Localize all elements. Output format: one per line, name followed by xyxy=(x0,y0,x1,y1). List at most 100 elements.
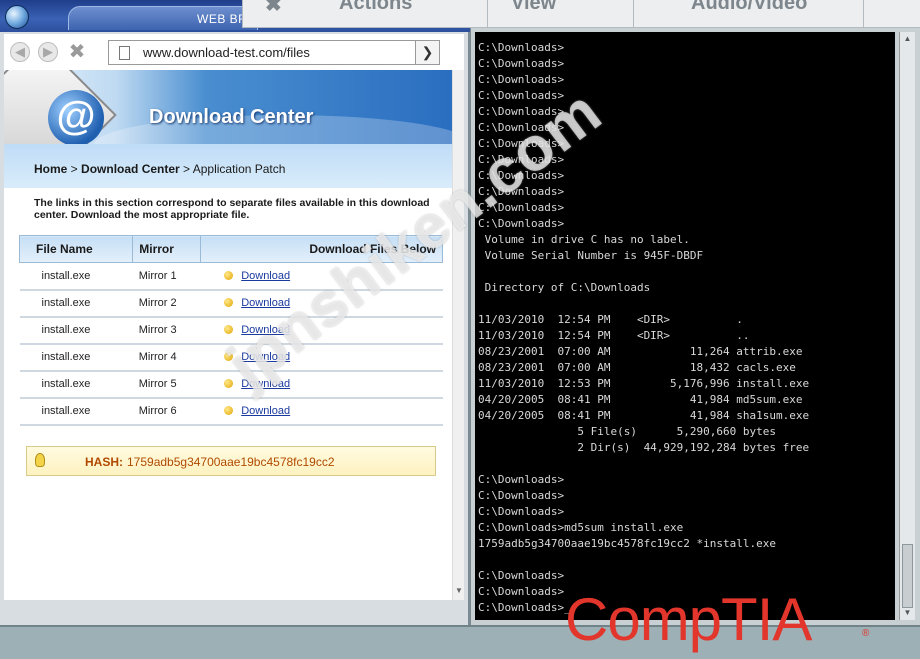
download-cell: Download xyxy=(200,397,443,426)
scroll-down-arrow-icon[interactable]: ▼ xyxy=(902,608,913,618)
at-sign-icon: @ xyxy=(48,90,104,144)
scroll-down-arrow-icon[interactable]: ▼ xyxy=(453,586,465,596)
actions-menu[interactable]: Actions xyxy=(339,0,412,15)
scroll-up-arrow-icon[interactable]: ▲ xyxy=(902,34,913,44)
download-cell: Download xyxy=(200,370,443,399)
column-header-mirror: Mirror xyxy=(132,235,201,263)
forward-button[interactable]: ▶ xyxy=(38,42,58,62)
mirror-cell: Mirror 3 xyxy=(132,316,201,345)
comptia-logo: CompTIA xyxy=(565,586,812,653)
bullet-icon xyxy=(224,298,234,307)
mirror-cell: Mirror 1 xyxy=(132,262,201,291)
terminal-line: C:\Downloads> xyxy=(478,41,565,54)
breadcrumb-current: Application Patch xyxy=(192,162,286,176)
breadcrumb-separator: > xyxy=(179,162,193,176)
page-icon xyxy=(119,46,130,60)
download-link-mirror-3[interactable]: Download xyxy=(241,324,290,336)
navigation-bar: ◀ ▶ ✖ ❯ xyxy=(4,34,464,70)
terminal-line: C:\Downloads>md5sum install.exe xyxy=(478,521,684,534)
breadcrumb-download-center[interactable]: Download Center xyxy=(81,162,180,176)
file-name-cell: install.exe xyxy=(19,316,133,345)
terminal-line: C:\Downloads> xyxy=(478,121,565,134)
terminal-screen[interactable]: C:\Downloads> C:\Downloads> C:\Downloads> C… xyxy=(475,32,895,620)
bullet-icon xyxy=(224,325,234,334)
download-link-mirror-5[interactable]: Download xyxy=(241,378,290,390)
terminal-line: 04/20/2005 08:41 PM 41,984 sha1sum.exe xyxy=(478,409,810,422)
back-button[interactable]: ◀ xyxy=(10,42,30,62)
page-content: @ Download Center Home > Download Center… xyxy=(4,70,452,600)
hash-value: 1759adb5g34700aae19bc4578fc19cc2 xyxy=(127,455,335,469)
download-cell: Download xyxy=(200,316,443,345)
browser-window: WEB BR ◀ ▶ ✖ ❯ @ Download Center Home > … xyxy=(0,0,470,625)
trademark-symbol: ® xyxy=(862,628,870,639)
browser-title: WEB BR xyxy=(197,12,248,26)
terminal-line: C:\Downloads> xyxy=(478,185,565,198)
terminal-line: C:\Downloads> xyxy=(478,57,565,70)
banner: @ Download Center xyxy=(4,70,452,144)
terminal-line: 2 Dir(s) 44,929,192,284 bytes free xyxy=(478,441,810,454)
arrow-right-icon: ▶ xyxy=(43,44,53,59)
toolbar-divider xyxy=(863,0,864,27)
close-icon: ✖ xyxy=(68,41,86,63)
terminal-output: C:\Downloads> C:\Downloads> C:\Downloads> C… xyxy=(478,40,809,616)
terminal-line: 5 File(s) 5,290,660 bytes xyxy=(478,425,777,438)
terminal-line: 11/03/2010 12:54 PM <DIR> .. xyxy=(478,329,750,342)
close-icon[interactable]: ✖ xyxy=(265,0,282,17)
terminal-line: C:\Downloads> xyxy=(478,473,565,486)
terminal-line: C:\Downloads> xyxy=(478,89,565,102)
stop-button[interactable]: ✖ xyxy=(66,41,88,63)
bullet-icon xyxy=(224,270,234,280)
url-input[interactable] xyxy=(143,41,409,64)
mirror-cell: Mirror 4 xyxy=(132,343,201,372)
bullet-icon xyxy=(224,352,234,361)
download-cell: Download xyxy=(200,289,443,318)
breadcrumb-home[interactable]: Home xyxy=(34,162,67,176)
download-link-mirror-2[interactable]: Download xyxy=(241,297,290,309)
column-header-file-name: File Name xyxy=(18,235,134,263)
hash-label: HASH: xyxy=(85,455,123,469)
terminal-line: Volume in drive C has no label. xyxy=(478,233,690,246)
chevron-right-icon: ❯ xyxy=(421,44,434,60)
page-scrollbar[interactable]: ▼ xyxy=(452,70,464,600)
file-name-cell: install.exe xyxy=(19,343,133,372)
file-name-cell: install.exe xyxy=(19,289,133,318)
breadcrumb: Home > Download Center > Application Pat… xyxy=(34,162,285,176)
table-row: install.exe Mirror 3 Download xyxy=(19,316,443,345)
terminal-line: C:\Downloads> xyxy=(478,569,565,582)
view-menu[interactable]: View xyxy=(511,0,556,15)
bullet-icon xyxy=(224,379,234,388)
table-header-row: File Name Mirror Download Files Below xyxy=(18,235,444,263)
download-link-mirror-1[interactable]: Download xyxy=(241,270,290,282)
terminal-line: C:\Downloads> xyxy=(478,73,565,86)
files-table: File Name Mirror Download Files Below in… xyxy=(18,235,444,426)
terminal-line: C:\Downloads> xyxy=(478,153,565,166)
terminal-line: C:\Downloads> xyxy=(478,105,565,118)
terminal-line: C:\Downloads> xyxy=(478,505,565,518)
terminal-line: 08/23/2001 07:00 AM 11,264 attrib.exe xyxy=(478,345,803,358)
download-cell: Download xyxy=(200,343,443,372)
arrow-left-icon: ◀ xyxy=(15,44,25,59)
file-name-cell: install.exe xyxy=(19,397,133,426)
table-row: install.exe Mirror 5 Download xyxy=(19,370,443,399)
file-name-cell: install.exe xyxy=(19,370,133,399)
terminal-line: C:\Downloads> xyxy=(478,169,565,182)
terminal-line: 1759adb5g34700aae19bc4578fc19cc2 *instal… xyxy=(478,537,777,550)
terminal-line: 11/03/2010 12:53 PM 5,176,996 install.ex… xyxy=(478,377,810,390)
breadcrumb-separator: > xyxy=(67,162,82,176)
mirror-cell: Mirror 6 xyxy=(132,397,201,426)
audio-video-menu[interactable]: Audio/Video xyxy=(691,0,807,15)
intro-text: The links in this section correspond to … xyxy=(34,197,430,221)
table-row: install.exe Mirror 1 Download xyxy=(19,262,443,291)
terminal-line: C:\Downloads> xyxy=(478,489,565,502)
terminal-scrollbar[interactable]: ▲ ▼ xyxy=(899,32,915,620)
terminal-scroll-thumb[interactable] xyxy=(902,544,913,608)
terminal-line: C:\Downloads> xyxy=(478,217,565,230)
download-link-mirror-6[interactable]: Download xyxy=(241,405,290,417)
go-button[interactable]: ❯ xyxy=(415,41,439,64)
download-link-mirror-4[interactable]: Download xyxy=(241,351,290,363)
globe-icon xyxy=(5,5,29,29)
terminal-line: 08/23/2001 07:00 AM 18,432 cacls.exe xyxy=(478,361,796,374)
